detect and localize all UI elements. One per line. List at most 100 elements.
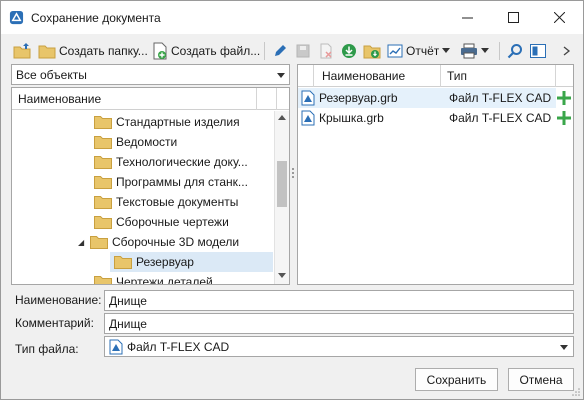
save-document-dialog: Сохранение документа Создать папку... Со… — [0, 0, 584, 400]
tree-header-name[interactable]: Наименование — [12, 88, 257, 110]
scroll-up-icon[interactable] — [278, 115, 286, 120]
tree-item[interactable]: Текстовые документы — [94, 192, 238, 212]
file-row[interactable]: Резервуар.grb Файл T-FLEX CAD — [298, 88, 556, 108]
toolbar: Создать папку... Создать файл... Отчёт — [1, 37, 583, 65]
preview-toggle-button[interactable] — [530, 40, 546, 62]
tree-item-label: Стандартные изделия — [116, 115, 240, 129]
tree-item-label: Технологические доку... — [116, 155, 248, 169]
name-input[interactable]: Днище — [104, 290, 574, 311]
search-button[interactable] — [507, 40, 523, 62]
add-plus-icon[interactable] — [557, 91, 571, 105]
folder-icon — [38, 45, 56, 59]
folder-icon — [94, 116, 112, 129]
file-list-header-filler — [556, 65, 573, 87]
tree-item[interactable]: Стандартные изделия — [94, 112, 240, 132]
tree-item-label: Резервуар — [136, 255, 194, 269]
tree-item-label: Сборочные чертежи — [116, 215, 229, 229]
file-list: Наименование Тип Резервуар.grb Файл T-FL… — [297, 64, 574, 285]
tree-item-label: Программы для станк... — [116, 175, 248, 189]
file-name: Крышка.grb — [319, 111, 384, 125]
save-button[interactable]: Сохранить — [415, 368, 498, 391]
tree-item[interactable]: Технологические доку... — [94, 152, 248, 172]
scroll-down-icon[interactable] — [278, 273, 286, 278]
save-disabled-button[interactable] — [295, 40, 311, 62]
scrollbar-thumb[interactable] — [277, 161, 287, 207]
tree-item-expanded[interactable]: ◢ Сборочные 3D модели — [78, 232, 239, 252]
filetype-label: Тип файла: — [15, 342, 79, 356]
folder-icon — [90, 236, 108, 249]
file-row[interactable]: Крышка.grb Файл T-FLEX CAD — [298, 108, 556, 128]
comment-input-value: Днище — [109, 317, 147, 331]
close-button[interactable] — [536, 1, 582, 34]
tree-header: Наименование — [12, 88, 289, 110]
file-name: Резервуар.grb — [319, 91, 398, 105]
expand-arrow-icon[interactable]: ◢ — [78, 238, 90, 247]
tree-item[interactable]: Чертежи деталей — [94, 272, 213, 284]
folder-icon — [94, 276, 112, 284]
download-icon — [342, 44, 356, 58]
pencil-icon — [275, 45, 286, 56]
toolbar-overflow-button[interactable] — [563, 40, 571, 62]
create-file-button[interactable]: Создать файл... — [152, 40, 260, 62]
filetype-select-value: Файл T-FLEX CAD — [127, 340, 230, 354]
maximize-icon — [507, 12, 519, 23]
report-chart-icon — [387, 44, 403, 58]
file-list-header-name[interactable]: Наименование — [314, 65, 441, 87]
folder-icon — [114, 256, 132, 269]
tree-item[interactable]: Ведомости — [94, 132, 177, 152]
tree-item[interactable]: Программы для станк... — [94, 172, 248, 192]
minimize-button[interactable] — [444, 1, 490, 34]
folder-tree: Наименование Стандартные изделия Ведомос… — [11, 87, 290, 285]
delete-file-icon — [320, 43, 332, 59]
tree-item-label: Сборочные 3D модели — [112, 235, 240, 249]
up-folder-button[interactable] — [13, 40, 33, 62]
file-type: Файл T-FLEX CAD — [449, 111, 552, 125]
folder-download-button[interactable] — [363, 40, 381, 62]
create-folder-label: Создать папку... — [59, 44, 148, 58]
splitter-grip[interactable] — [292, 168, 295, 180]
folder-icon — [94, 216, 112, 229]
name-label: Наименование: — [15, 293, 102, 307]
app-icon — [9, 10, 24, 25]
filetype-select[interactable]: Файл T-FLEX CAD — [104, 336, 574, 357]
file-list-header-type[interactable]: Тип — [441, 65, 556, 87]
cancel-button[interactable]: Отмена — [508, 368, 574, 391]
folder-download-icon — [363, 45, 381, 59]
download-button[interactable] — [341, 40, 357, 62]
create-folder-button[interactable]: Создать папку... — [38, 40, 148, 62]
file-list-header-icon — [298, 65, 314, 87]
printer-icon — [461, 43, 477, 59]
object-filter-select[interactable]: Все объекты — [11, 64, 290, 85]
folder-icon — [94, 196, 112, 209]
add-plus-icon[interactable] — [557, 111, 571, 125]
new-file-icon — [153, 42, 167, 60]
rename-button[interactable] — [272, 40, 288, 62]
file-type: Файл T-FLEX CAD — [449, 91, 552, 105]
name-input-value: Днище — [109, 294, 147, 308]
chevron-down-icon — [442, 48, 451, 53]
folder-icon — [94, 156, 112, 169]
tree-scrollbar[interactable] — [274, 111, 289, 284]
object-filter-value: Все объекты — [16, 68, 87, 82]
report-button[interactable]: Отчёт — [387, 40, 451, 62]
print-button[interactable] — [460, 40, 489, 62]
tflex-file-icon — [301, 110, 315, 126]
folder-up-icon — [13, 43, 31, 59]
file-list-header: Наименование Тип — [298, 65, 573, 87]
comment-input[interactable]: Днище — [104, 313, 574, 334]
tree-item-label: Ведомости — [116, 135, 178, 149]
resize-grip-icon[interactable] — [571, 387, 581, 397]
window-title: Сохранение документа — [31, 11, 161, 25]
maximize-button[interactable] — [490, 1, 536, 34]
folder-icon — [94, 136, 112, 149]
tree-header-filler — [257, 88, 277, 110]
chevron-down-icon — [560, 345, 568, 350]
delete-button[interactable] — [318, 40, 334, 62]
tree-item-selected[interactable]: Резервуар — [110, 252, 273, 272]
folder-icon — [94, 176, 112, 189]
tree-item[interactable]: Сборочные чертежи — [94, 212, 229, 232]
chevron-down-icon — [481, 48, 489, 53]
create-file-label: Создать файл... — [171, 44, 261, 58]
tree-item-label: Текстовые документы — [116, 195, 239, 209]
tflex-file-icon — [301, 90, 315, 106]
